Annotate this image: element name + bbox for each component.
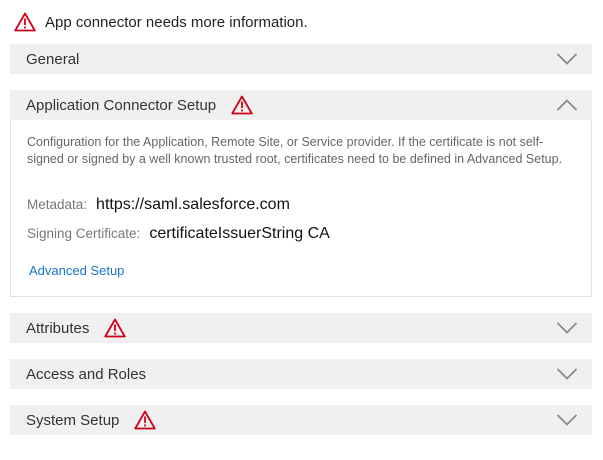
section-system-setup-title: System Setup [26, 411, 120, 429]
connector-setup-description: Configuration for the Application, Remot… [27, 135, 563, 166]
section-access-roles-header[interactable]: Access and Roles [10, 359, 592, 389]
chevron-down-icon [556, 321, 578, 335]
signing-certificate-label: Signing Certificate: [27, 226, 141, 241]
section-access-roles-title: Access and Roles [26, 365, 147, 383]
signing-certificate-row: Signing Certificate: certificateIssuerSt… [27, 225, 330, 243]
section-connector-setup-header[interactable]: Application Connector Setup [10, 90, 592, 120]
section-system-setup-header[interactable]: System Setup [10, 405, 592, 435]
metadata-row: Metadata: https://saml.salesforce.com [27, 196, 290, 214]
section-general-header[interactable]: General [10, 44, 592, 74]
warning-icon [231, 95, 253, 115]
section-general-title: General [26, 50, 80, 68]
section-attributes-title: Attributes [26, 319, 90, 337]
signing-certificate-value: certificateIssuerString CA [149, 225, 330, 242]
warning-notice-text: App connector needs more information. [45, 13, 308, 31]
chevron-up-icon [556, 98, 578, 112]
metadata-value: https://saml.salesforce.com [96, 196, 290, 213]
chevron-down-icon [556, 367, 578, 381]
warning-icon [134, 410, 157, 430]
warning-notice: App connector needs more information. [14, 10, 308, 34]
warning-icon [104, 318, 127, 338]
advanced-setup-link[interactable]: Advanced Setup [29, 263, 124, 278]
metadata-label: Metadata: [27, 197, 88, 212]
warning-icon [14, 12, 36, 32]
section-connector-setup-title: Application Connector Setup [26, 96, 217, 114]
section-attributes-header[interactable]: Attributes [10, 313, 592, 343]
connector-setup-panel: Configuration for the Application, Remot… [10, 120, 592, 297]
chevron-down-icon [556, 52, 578, 66]
chevron-down-icon [556, 413, 578, 427]
